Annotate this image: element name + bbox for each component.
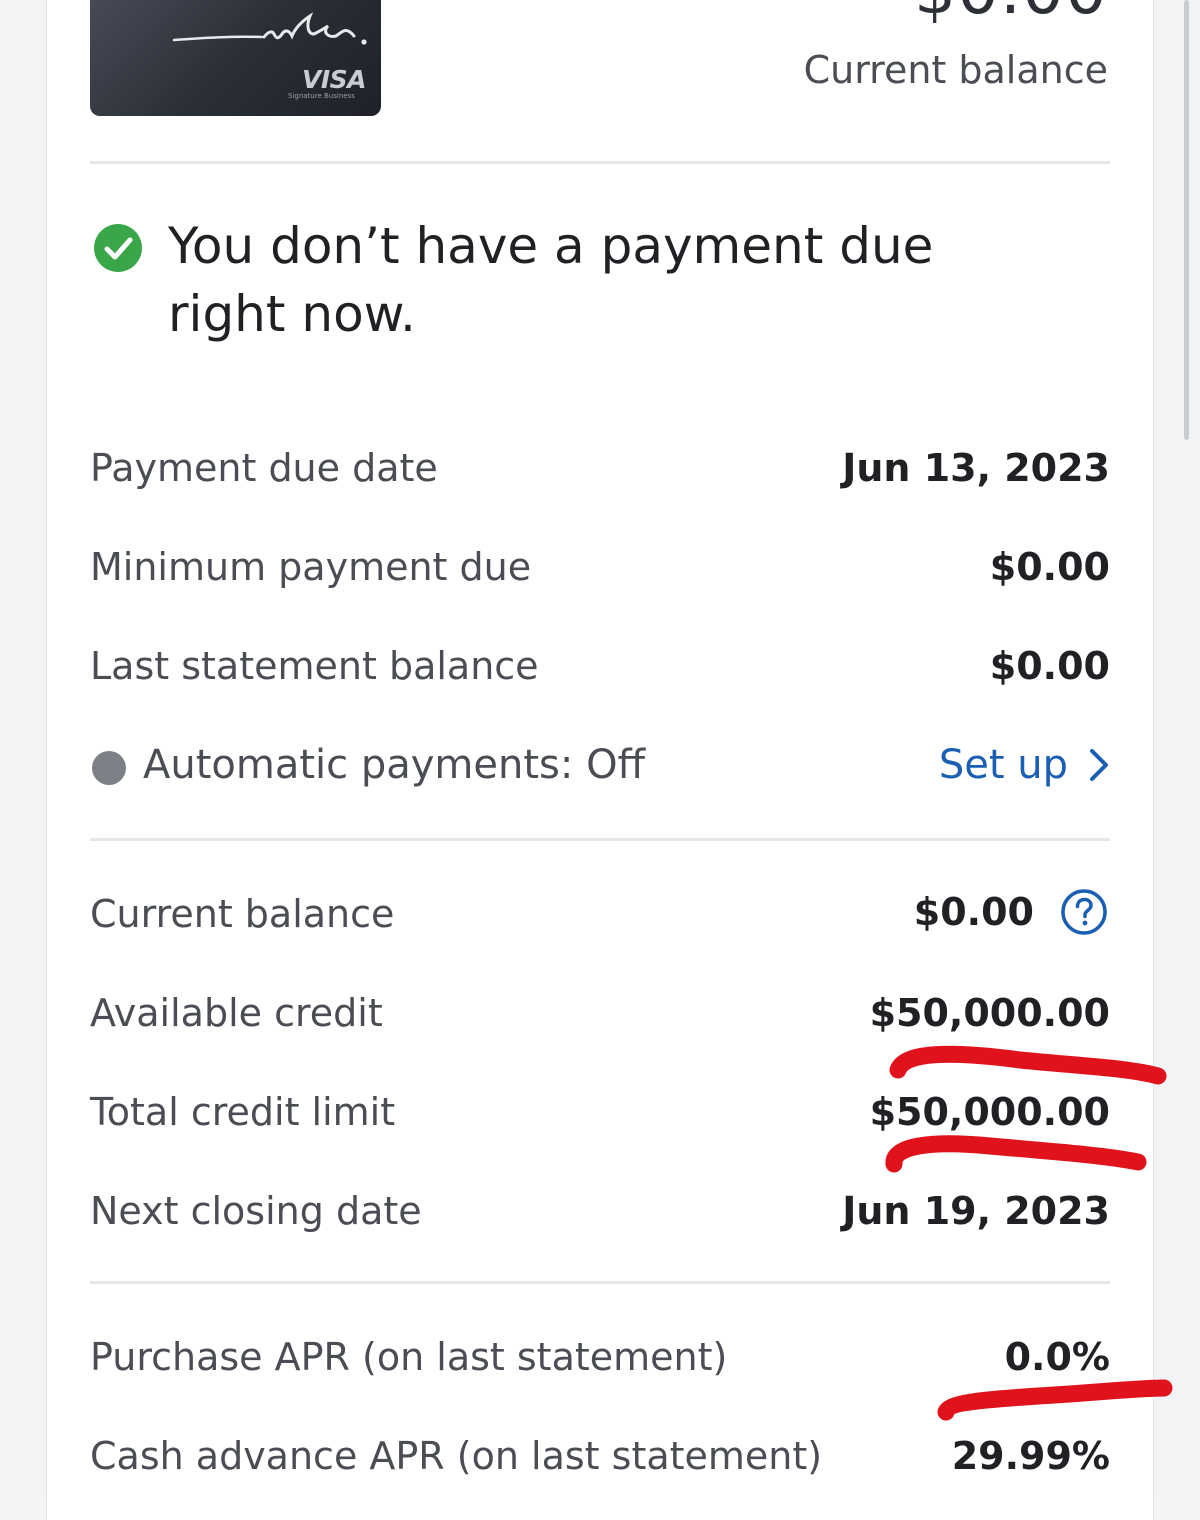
last-statement-balance-value: $0.00 bbox=[989, 644, 1110, 688]
purchase-apr-label: Purchase APR (on last statement) bbox=[90, 1335, 728, 1379]
last-statement-balance-label: Last statement balance bbox=[90, 644, 539, 688]
current-balance-value-group: $0.00 bbox=[914, 888, 1108, 936]
current-balance-value: $0.00 bbox=[913, 890, 1034, 934]
chevron-right-icon bbox=[1090, 749, 1108, 781]
check-circle-icon bbox=[94, 224, 142, 272]
balance-amount: $0.00 bbox=[914, 0, 1108, 29]
card-network-logo: VISA bbox=[302, 65, 367, 94]
scrollbar-thumb[interactable] bbox=[1184, 0, 1189, 440]
autopay-status-label: Automatic payments: Off bbox=[143, 742, 646, 788]
purchase-apr-value: 0.0% bbox=[1004, 1335, 1110, 1379]
next-closing-date-value: Jun 19, 2023 bbox=[842, 1189, 1110, 1233]
total-credit-limit-value: $50,000.00 bbox=[869, 1090, 1110, 1134]
divider bbox=[90, 161, 1110, 164]
setup-autopay-label: Set up bbox=[938, 742, 1068, 788]
ink-logo bbox=[172, 12, 367, 45]
question-circle-icon[interactable] bbox=[1060, 888, 1108, 936]
minimum-payment-label: Minimum payment due bbox=[90, 545, 532, 589]
available-credit-label: Available credit bbox=[90, 991, 383, 1035]
cash-advance-apr-label: Cash advance APR (on last statement) bbox=[90, 1434, 823, 1478]
setup-autopay-link[interactable]: Set up bbox=[939, 742, 1110, 788]
minimum-payment-value: $0.00 bbox=[989, 545, 1110, 589]
total-credit-limit-label: Total credit limit bbox=[90, 1090, 396, 1134]
credit-card-image[interactable]: VISA Signature Business bbox=[90, 0, 381, 116]
payment-status-message: You don’t have a payment due right now. bbox=[168, 217, 934, 343]
balance-label: Current balance bbox=[803, 48, 1108, 92]
available-credit-value: $50,000.00 bbox=[869, 991, 1110, 1035]
next-closing-date-label: Next closing date bbox=[90, 1189, 422, 1233]
card-tier-label: Signature Business bbox=[288, 92, 355, 100]
autopay-status-dot bbox=[92, 751, 126, 785]
current-balance-label: Current balance bbox=[90, 892, 395, 936]
divider bbox=[90, 1281, 1110, 1284]
payment-due-date-value: Jun 13, 2023 bbox=[842, 446, 1110, 490]
divider bbox=[90, 838, 1110, 841]
payment-due-date-label: Payment due date bbox=[90, 446, 438, 490]
cash-advance-apr-value: 29.99% bbox=[951, 1434, 1110, 1478]
